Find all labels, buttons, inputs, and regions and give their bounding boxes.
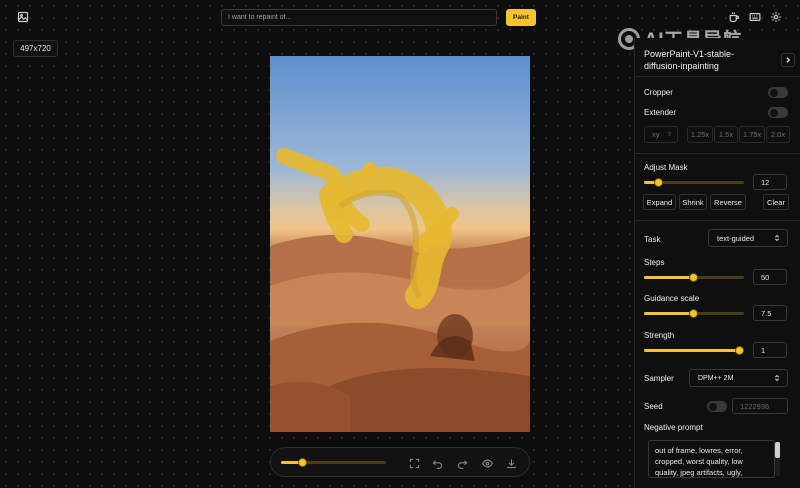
adjust-mask-slider[interactable] [644,178,744,187]
strength-slider[interactable] [644,346,744,355]
bottom-toolbar [270,447,530,477]
steps-slider-fill [644,276,694,279]
divider [635,153,800,154]
clear-mask-button[interactable]: Clear [763,194,789,210]
extender-direction-value: xy [652,130,660,139]
steps-label: Steps [644,258,665,267]
chevron-updown-icon [773,374,781,382]
extender-scale-1[interactable]: 1.25x [687,126,713,143]
keyboard-icon[interactable] [747,9,763,25]
extender-scale-2[interactable]: 1.5x [714,126,738,143]
guidance-scale-input[interactable]: 7.5 [753,305,787,321]
extender-direction-select[interactable]: xy ⇕ [644,126,678,143]
desert-photo [270,148,530,432]
seed-label: Seed [644,402,663,411]
task-select[interactable]: text-guided [708,229,788,247]
settings-icon[interactable] [768,9,784,25]
chevron-right-icon [786,57,791,63]
reverse-mask-button[interactable]: Reverse [710,194,746,210]
seed-input[interactable]: 1222936 [732,398,788,414]
guidance-scale-label: Guidance scale [644,294,700,303]
strength-input[interactable]: 1 [753,342,787,358]
download-icon[interactable] [504,456,518,470]
seed-toggle[interactable] [707,401,727,412]
steps-input[interactable]: 50 [753,269,787,285]
extender-scale-3[interactable]: 1.75x [739,126,765,143]
task-value: text-guided [717,233,755,243]
chevron-updown-icon [773,234,781,242]
task-label: Task [644,235,661,244]
settings-panel: PowerPaint-V1-stable-diffusion-inpaintin… [634,38,800,488]
fit-screen-icon[interactable] [407,456,421,470]
undo-icon[interactable] [430,456,444,470]
guidance-scale-slider-fill [644,312,694,315]
cropper-label: Cropper [644,88,673,97]
steps-slider[interactable] [644,273,744,282]
sampler-label: Sampler [644,374,674,383]
expand-mask-button[interactable]: Expand [643,194,676,210]
eye-icon[interactable] [480,456,494,470]
extender-scale-4[interactable]: 2.0x [766,126,790,143]
image-icon[interactable] [15,9,31,25]
adjust-mask-input[interactable]: 12 [753,174,787,190]
negative-prompt-label: Negative prompt [644,423,703,432]
negative-prompt-scrollbar[interactable] [775,442,780,476]
guidance-scale-slider[interactable] [644,309,744,318]
steps-slider-thumb[interactable] [689,273,698,282]
strength-slider-fill [644,349,744,352]
sampler-value: DPM++ 2M [698,374,734,382]
canvas-image[interactable] [270,56,530,432]
adjust-mask-slider-thumb[interactable] [654,178,663,187]
strength-label: Strength [644,331,675,340]
coffee-icon[interactable] [726,9,742,25]
negative-prompt-textarea[interactable]: out of frame, lowres, error, cropped, wo… [648,440,775,478]
divider [635,220,800,221]
zoom-slider[interactable] [281,458,386,467]
sampler-select[interactable]: DPM++ 2M [689,369,788,387]
scrollbar-thumb[interactable] [775,442,780,458]
model-name: PowerPaint-V1-stable-diffusion-inpaintin… [644,49,735,71]
strength-slider-thumb[interactable] [735,346,744,355]
divider [635,76,800,77]
cropper-toggle[interactable] [768,87,788,98]
guidance-scale-slider-thumb[interactable] [689,309,698,318]
zoom-slider-thumb[interactable] [298,458,307,467]
model-expand-button[interactable] [781,53,795,67]
redo-icon[interactable] [455,456,469,470]
paint-button[interactable]: Paint [506,9,536,26]
shrink-mask-button[interactable]: Shrink [679,194,707,210]
adjust-mask-label: Adjust Mask [644,163,688,172]
prompt-input[interactable] [221,9,497,26]
extender-label: Extender [644,108,677,117]
image-size-badge: 497x720 [13,40,58,57]
extender-toggle[interactable] [768,107,788,118]
chevron-updown-icon: ⇕ [666,132,672,138]
